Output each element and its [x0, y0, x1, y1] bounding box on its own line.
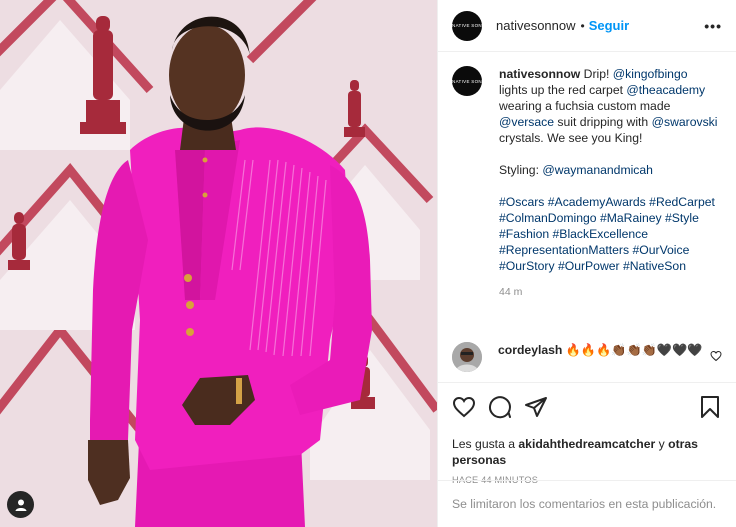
comment-text: cordeylash 🔥🔥🔥👏🏾👏🏾👏🏾🖤🖤🖤	[498, 342, 708, 372]
likes-summary: Les gusta a akidahthedreamcatcher y otra…	[452, 436, 722, 468]
hashtag-link[interactable]: #OurPower	[558, 259, 620, 273]
user-tag-button[interactable]	[7, 491, 34, 518]
liker-username[interactable]: akidahthedreamcatcher	[518, 437, 655, 451]
hashtag-link[interactable]: #RepresentationMatters	[499, 243, 629, 257]
hashtag-link[interactable]: #Fashion	[499, 227, 549, 241]
comment-body: 🔥🔥🔥👏🏾👏🏾👏🏾🖤🖤🖤	[562, 343, 703, 357]
paper-plane-icon[interactable]	[524, 395, 548, 419]
follow-button[interactable]: Seguir	[589, 18, 629, 33]
post-photo[interactable]	[0, 0, 437, 527]
caption-segment: lights up the red carpet	[499, 83, 627, 97]
mention-link[interactable]: @swarovski	[652, 115, 718, 129]
bookmark-icon[interactable]	[698, 395, 722, 419]
caption-text: nativesonnow Drip! @kingofbingo lights u…	[499, 66, 719, 300]
more-options-icon[interactable]: •••	[704, 18, 722, 34]
mention-link[interactable]: @theacademy	[626, 83, 705, 97]
styling-label: Styling:	[499, 163, 543, 177]
user-tag-icon	[15, 499, 26, 511]
mention-link[interactable]: @kingofbingo	[613, 67, 688, 81]
hashtag-link[interactable]: #OurVoice	[632, 243, 689, 257]
post-caption: NATIVE SON nativesonnow Drip! @kingofbin…	[452, 66, 724, 300]
author-avatar[interactable]: NATIVE SON	[452, 10, 482, 41]
hashtag-link[interactable]: #OurStory	[499, 259, 555, 273]
mention-link[interactable]: @versace	[499, 115, 554, 129]
caption-username[interactable]: nativesonnow	[499, 67, 580, 81]
hashtag-list: #Oscars #AcademyAwards #RedCarpet #Colma…	[499, 194, 719, 274]
header-separator: •	[580, 18, 585, 33]
author-username[interactable]: nativesonnow	[496, 18, 576, 33]
heart-icon[interactable]	[452, 395, 476, 419]
hashtag-link[interactable]: #Style	[665, 211, 699, 225]
caption-timestamp[interactable]: 44 m	[499, 284, 719, 300]
action-icons	[452, 395, 722, 419]
hashtag-link[interactable]: #ColmanDomingo	[499, 211, 597, 225]
commenter-avatar[interactable]	[452, 342, 482, 372]
commenter-avatar-image	[452, 342, 482, 372]
hashtag-link[interactable]: #NativeSon	[623, 259, 686, 273]
caption-avatar[interactable]: NATIVE SON	[452, 66, 482, 96]
comment-like-icon[interactable]	[710, 350, 722, 362]
likes-middle: y	[655, 437, 669, 451]
comments-limited-notice: Se limitaron los comentarios en esta pub…	[438, 480, 736, 527]
post-header: NATIVE SON nativesonnow • Seguir •••	[438, 0, 736, 52]
hashtag-link[interactable]: #BlackExcellence	[553, 227, 649, 241]
commenter-username[interactable]: cordeylash	[498, 343, 562, 357]
caption-segment: crystals. We see you King!	[499, 131, 643, 145]
post-actions: Les gusta a akidahthedreamcatcher y otra…	[438, 382, 736, 485]
hashtag-link[interactable]: #AcademyAwards	[548, 195, 646, 209]
likes-prefix: Les gusta a	[452, 437, 519, 451]
avatar-logo-text: NATIVE SON	[452, 23, 482, 28]
comment-bubble-icon[interactable]	[488, 395, 512, 419]
caption-segment: wearing a fuchsia custom made	[499, 99, 671, 113]
post-image	[0, 0, 437, 527]
post-side-panel: NATIVE SON nativesonnow • Seguir ••• NAT…	[437, 0, 736, 527]
mention-link[interactable]: @waymanandmicah	[542, 163, 653, 177]
avatar-logo-text: NATIVE SON	[452, 78, 482, 84]
hashtag-link[interactable]: #MaRainey	[600, 211, 662, 225]
comment-item: cordeylash 🔥🔥🔥👏🏾👏🏾👏🏾🖤🖤🖤	[452, 342, 722, 372]
hashtag-link[interactable]: #RedCarpet	[649, 195, 715, 209]
hashtag-link[interactable]: #Oscars	[499, 195, 544, 209]
caption-segment: Drip!	[580, 67, 613, 81]
caption-segment: suit dripping with	[554, 115, 652, 129]
